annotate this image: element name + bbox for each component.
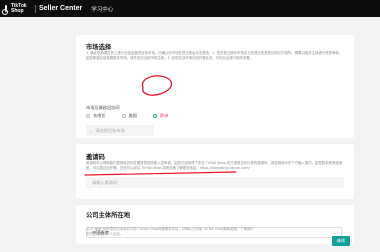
radio-label: 东南亚: [93, 113, 106, 118]
radio-southeast-asia[interactable]: 东南亚: [86, 113, 106, 119]
radio-circle-selected: [152, 114, 157, 118]
radio-europe[interactable]: 欧洲: [152, 113, 169, 119]
top-bar: TikTok Shop Seller Center 学习中心: [0, 0, 380, 17]
entity-location-card: 公司主体所在地 中国香港 ⌄: [76, 205, 354, 244]
market-selection-card: 市场选择 1. 确定您希望在其上进行业务运营的目标市场。已确认的市场在您注册后无…: [76, 35, 354, 138]
radio-circle: [86, 114, 90, 118]
market-sub-label: 市场及業務回訪网: [86, 105, 120, 110]
chevron-down-icon: ⌄: [332, 230, 336, 235]
invite-code-input[interactable]: 请输入邀请码: [86, 177, 344, 188]
agreement-note: 点击“继续”即代表您已阅读并同意 TikTok Shop商家服务协议，并确认已阅…: [86, 227, 254, 236]
radio-label: 欧洲: [159, 113, 169, 118]
target-market-select[interactable]: ⌄ 请选择目标市场: [86, 125, 154, 136]
invite-description: 邀请码可以帮助我们更快地识别并跟进您的商家入驻申请。如您已经获得了来自 TikT…: [86, 161, 343, 170]
radio-label: 美国: [128, 113, 137, 118]
header-divider: [35, 4, 36, 13]
market-title: 市场选择: [86, 44, 112, 51]
target-market-placeholder: 请选择目标市场: [95, 127, 125, 133]
invite-title: 邀请码: [86, 154, 105, 161]
market-radio-group: 东南亚 美国 欧洲: [86, 113, 184, 119]
invite-code-placeholder: 请输入邀请码: [92, 179, 118, 185]
brand-title: Seller Center: [39, 5, 83, 12]
tiktok-note-icon: [2, 4, 9, 15]
entity-title: 公司主体所在地: [86, 212, 131, 219]
tiktok-shop-logo[interactable]: TikTok Shop: [2, 3, 34, 15]
invite-code-card: 邀请码 邀请码可以帮助我们更快地识别并跟进您的商家入驻申请。如您已经获得了来自 …: [76, 144, 354, 199]
market-description: 1. 确定您希望在其上进行业务运营的目标市场。已确认的市场在您注册后无法更改。2…: [86, 51, 343, 60]
radio-circle: [121, 114, 126, 118]
next-button[interactable]: 继续: [332, 236, 350, 246]
radio-us[interactable]: 美国: [121, 113, 137, 119]
chevron-down-icon: ⌄: [89, 128, 93, 133]
logo-line2: Shop: [11, 7, 24, 14]
nav-tab-learning-center[interactable]: 学习中心: [91, 5, 113, 13]
